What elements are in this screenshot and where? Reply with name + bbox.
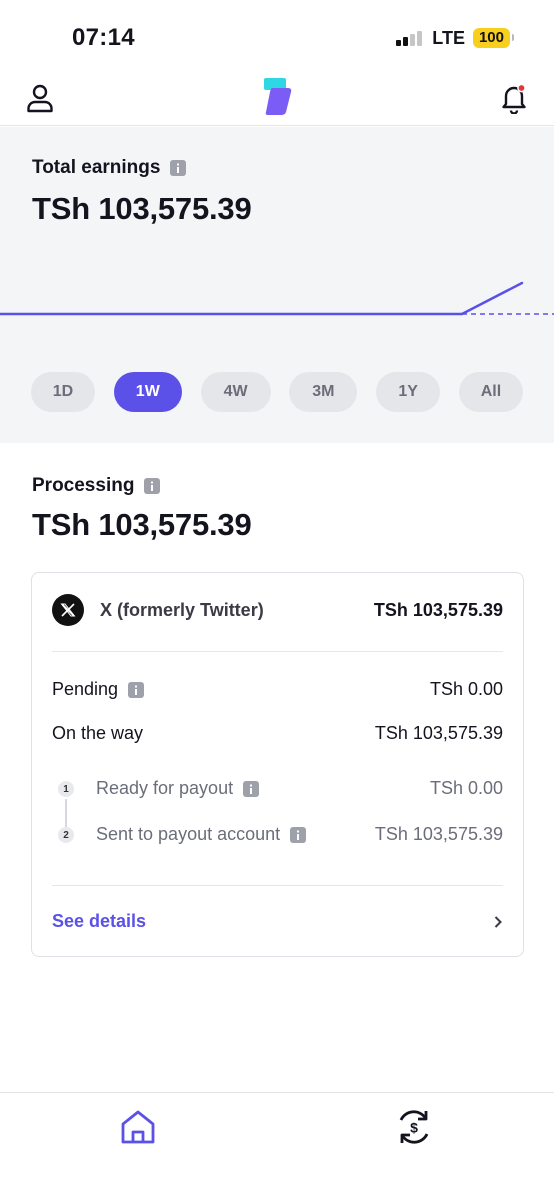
pending-label: Pending [52, 679, 119, 699]
processing-title: Processing [32, 475, 135, 496]
notifications-button[interactable] [496, 80, 532, 116]
network-label: LTE [432, 27, 465, 48]
info-icon[interactable] [243, 780, 260, 797]
range-1d-button[interactable]: 1D [31, 372, 95, 412]
see-details-link[interactable]: See details [52, 911, 146, 932]
platform-amount: TSh 103,575.39 [373, 599, 503, 620]
person-icon [27, 84, 53, 113]
total-earnings-label: Total earnings [32, 157, 187, 179]
range-1y-button[interactable]: 1Y [376, 372, 441, 412]
range-all-button[interactable]: All [458, 372, 523, 412]
ready-for-payout-label: Ready for payout [96, 778, 234, 798]
divider [52, 651, 503, 652]
range-3m-button[interactable]: 3M [289, 372, 358, 412]
processing-amount: TSh 103,575.39 [32, 507, 252, 542]
nav-home-button[interactable] [116, 1105, 160, 1149]
total-earnings-amount: TSh 103,575.39 [32, 191, 252, 226]
platform-name: X (formerly Twitter) [100, 599, 264, 620]
see-details-row[interactable]: See details [52, 911, 503, 932]
profile-button[interactable] [22, 80, 58, 116]
earnings-trend-line [460, 281, 524, 316]
x-logo-icon [52, 594, 84, 626]
svg-text:$: $ [410, 1120, 418, 1136]
battery-icon: 100 [472, 28, 515, 48]
step-number: 2 [58, 827, 74, 843]
on-the-way-amount: TSh 103,575.39 [374, 723, 503, 743]
home-icon [121, 1110, 155, 1144]
ready-for-payout-row: Ready for payout TSh 0.00 [96, 778, 503, 799]
app-logo-icon [262, 76, 294, 116]
total-earnings-title: Total earnings [32, 157, 161, 178]
chevron-right-icon [494, 915, 502, 928]
on-the-way-row: On the way TSh 103,575.39 [52, 723, 503, 744]
info-icon[interactable] [144, 478, 161, 494]
on-the-way-label: On the way [52, 723, 144, 743]
payout-cycle-icon: $ [399, 1110, 429, 1144]
info-icon[interactable] [290, 826, 307, 843]
time-range-selector: 1D 1W 4W 3M 1Y All [31, 372, 523, 412]
earnings-line-chart [0, 281, 554, 316]
sent-to-payout-row: Sent to payout account TSh 103,575.39 [96, 824, 503, 845]
info-icon[interactable] [170, 160, 187, 176]
info-icon[interactable] [128, 681, 145, 698]
step-connector [65, 799, 67, 829]
payout-card: X (formerly Twitter) TSh 103,575.39 Pend… [31, 572, 524, 957]
status-indicators: LTE 100 [396, 27, 515, 49]
bell-icon [502, 83, 526, 114]
pending-amount: TSh 0.00 [429, 679, 503, 699]
app-header [0, 70, 554, 126]
processing-label: Processing [32, 475, 161, 497]
earnings-section: Total earnings TSh 103,575.39 1D 1W 4W 3… [0, 127, 554, 443]
bottom-nav: $ [0, 1092, 554, 1200]
range-4w-button[interactable]: 4W [200, 372, 271, 412]
status-time: 07:14 [72, 24, 135, 51]
divider [52, 885, 503, 886]
nav-payouts-button[interactable]: $ [392, 1105, 436, 1149]
range-1w-button[interactable]: 1W [113, 372, 182, 412]
signal-icon [396, 30, 423, 46]
sent-to-payout-amount: TSh 103,575.39 [374, 824, 503, 844]
notification-dot [517, 83, 526, 93]
status-bar: 07:14 LTE 100 [0, 0, 554, 70]
ready-for-payout-amount: TSh 0.00 [429, 778, 503, 798]
pending-row: Pending TSh 0.00 [52, 679, 503, 700]
platform-row: X (formerly Twitter) TSh 103,575.39 [52, 593, 503, 627]
step-number: 1 [58, 781, 74, 797]
sent-to-payout-label: Sent to payout account [96, 824, 281, 844]
